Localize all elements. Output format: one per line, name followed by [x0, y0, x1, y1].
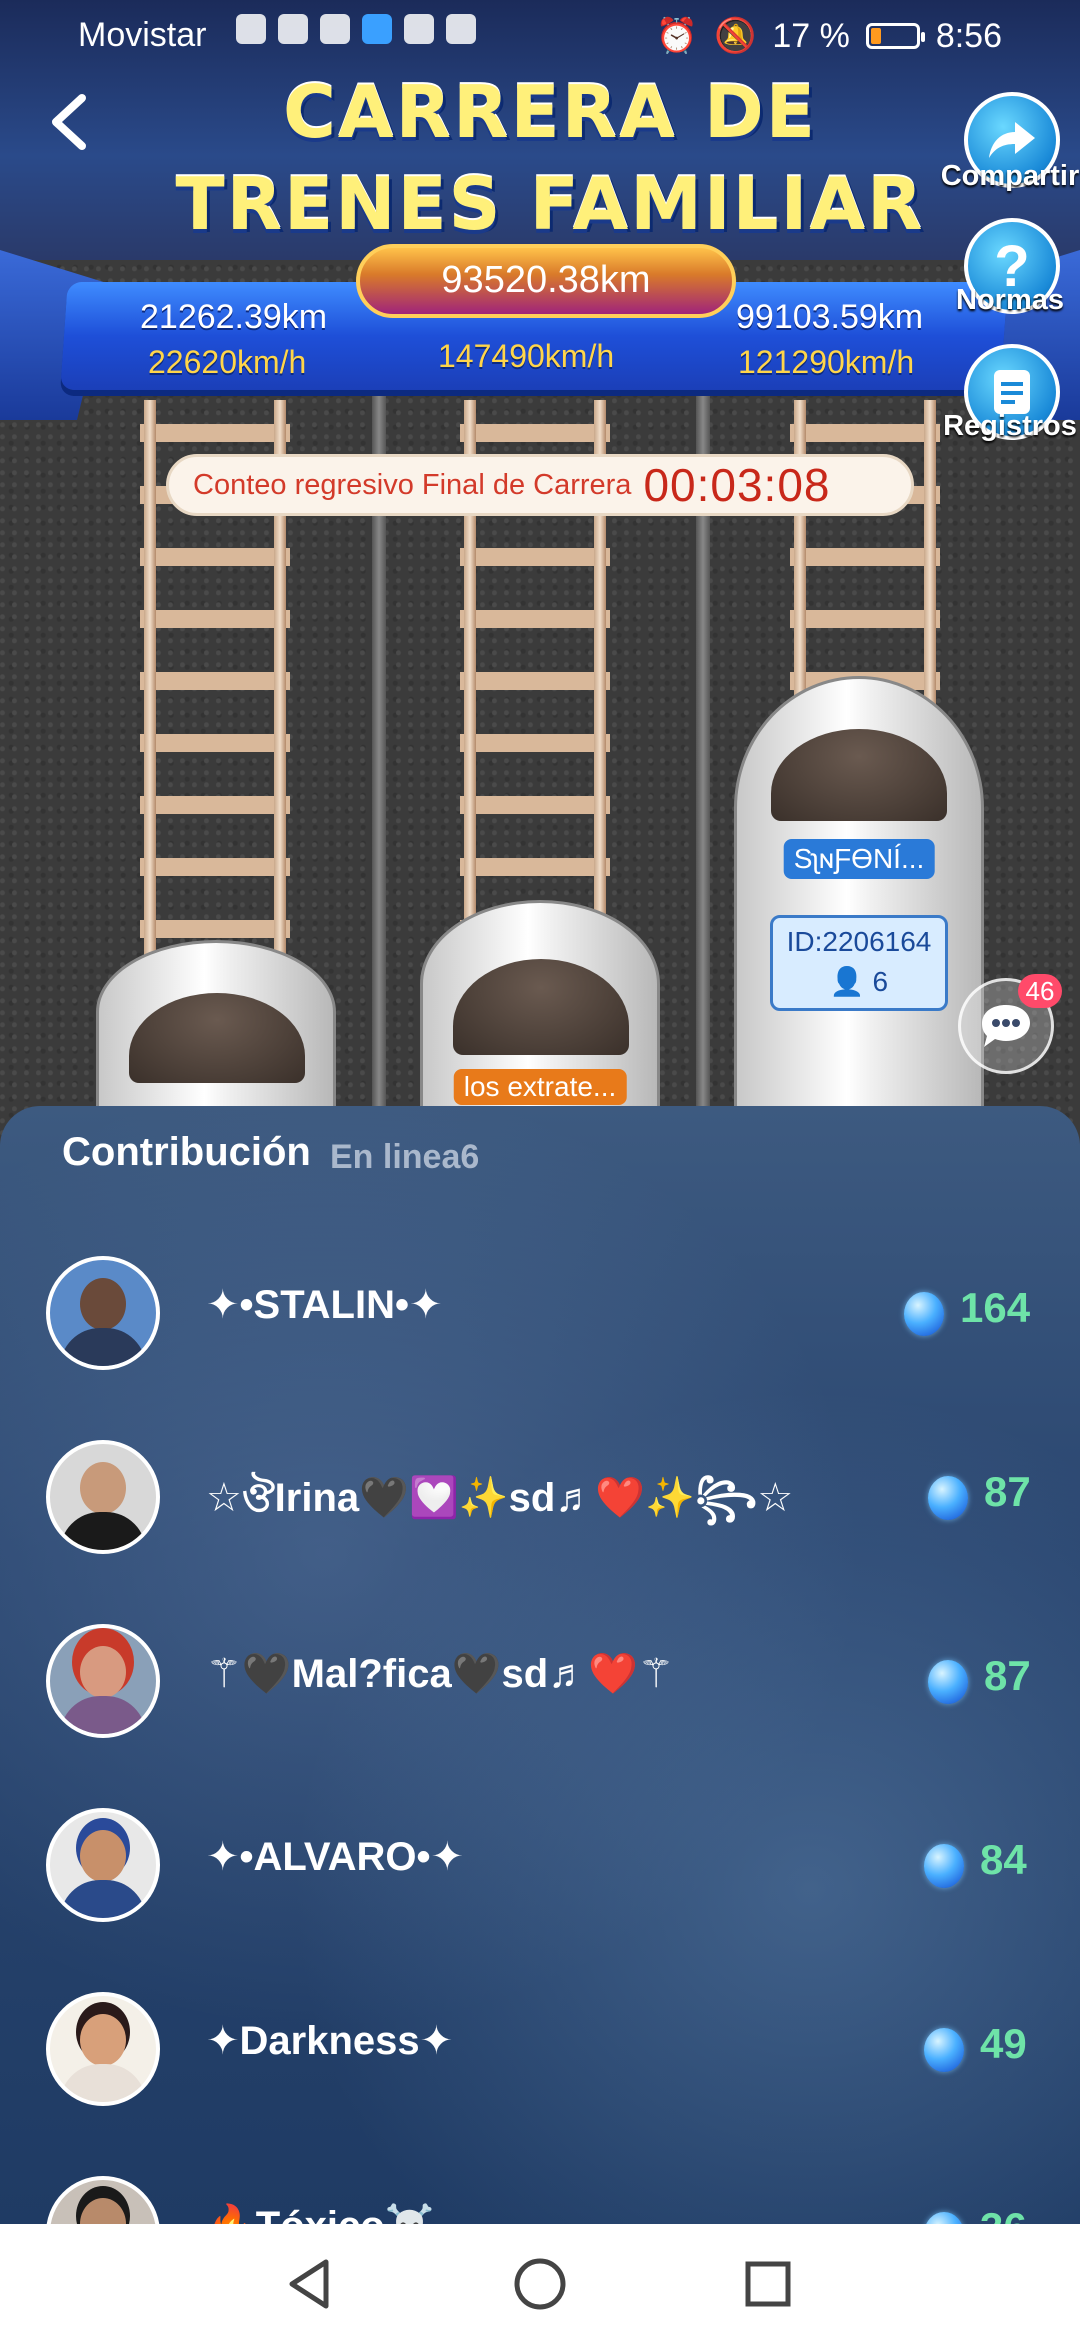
notification-icons	[214, 14, 476, 44]
page-title: CARRERA DE TRENES FAMILIAR	[175, 70, 925, 246]
document-icon	[994, 370, 1030, 414]
contributor-name: ✦•ALVARO•✦	[206, 1835, 464, 1879]
center-speed: 147490km/h	[438, 338, 615, 374]
online-count: En linea6	[330, 1138, 480, 1176]
train-window	[129, 993, 305, 1083]
share-arrow-icon	[989, 122, 1035, 158]
left-speed: 22620km/h	[148, 344, 307, 380]
diamond-icon	[928, 1476, 968, 1520]
chat-badge: 46	[1018, 974, 1062, 1008]
panel-title: Contribución	[62, 1130, 311, 1174]
system-status: ⏰ 🔕 17 % 8:56	[656, 16, 1002, 56]
race-scene: CARRERA DE TRENES FAMILIAR 93520.38km 21…	[0, 0, 1080, 1180]
train-right-info: ID:2206164 👤 6	[770, 915, 948, 1011]
chat-bubble-icon	[982, 1005, 1030, 1047]
contributor-name: ⚚🖤Mal?fica🖤sd♬❤️⚚	[206, 1652, 674, 1696]
system-nav-bar	[0, 2224, 1080, 2340]
contributor-row[interactable]: ✦•ALVARO•✦ 84	[0, 1788, 1080, 1972]
train-right-members: 6	[872, 966, 889, 997]
battery-icon	[865, 23, 925, 49]
avatar	[46, 1440, 160, 1554]
contributor-score: 87	[984, 1652, 1031, 1699]
back-arrow-icon[interactable]	[44, 92, 94, 152]
diamond-icon	[924, 1844, 964, 1888]
diamond-icon	[928, 1660, 968, 1704]
right-distance: 99103.59km	[736, 298, 924, 336]
train-window	[453, 959, 629, 1055]
contribution-panel: Contribución En linea6 ✦•STALIN•✦ 164 ☆ঔ…	[0, 1106, 1080, 2224]
recents-square-icon[interactable]	[738, 2254, 798, 2314]
battery-percent: 17 %	[772, 16, 850, 55]
avatar	[46, 2176, 160, 2224]
contributor-score: 36	[980, 2204, 1027, 2224]
avatar	[46, 1992, 160, 2106]
diamond-icon	[904, 1292, 944, 1336]
carrier-name: Movistar	[78, 16, 207, 54]
app-screen: CARRERA DE TRENES FAMILIAR 93520.38km 21…	[0, 0, 1080, 2340]
countdown-time: 00:03:08	[643, 459, 831, 511]
records-label: Registros	[943, 410, 1077, 442]
diamond-icon	[924, 2212, 964, 2224]
contributor-name: ✦Darkness✦	[206, 2019, 454, 2063]
diamond-icon	[924, 2028, 964, 2072]
signal-icon	[236, 14, 266, 44]
train-right-id: ID:2206164	[786, 926, 932, 957]
alarm-icon: ⏰	[655, 17, 698, 55]
contributor-row[interactable]: ⚚🖤Mal?fica🖤sd♬❤️⚚ 87	[0, 1604, 1080, 1788]
left-distance: 21262.39km	[140, 298, 328, 336]
instagram-icon	[404, 14, 434, 44]
contributor-name: ☆ঔIrina🖤💟✨sd♬❤️✨꧂☆	[206, 1476, 794, 1520]
contributor-row[interactable]: ☆ঔIrina🖤💟✨sd♬❤️✨꧂☆ 87	[0, 1420, 1080, 1604]
train-center-name: los extrate...	[453, 1069, 627, 1105]
rules-label: Normas	[956, 284, 1064, 316]
race-countdown: Conteo regresivo Final de Carrera 00:03:…	[166, 454, 914, 516]
contributor-score: 164	[960, 1284, 1031, 1331]
contributor-row[interactable]: 🔥Tóxico☠️ 36	[0, 2156, 1080, 2224]
app-icon	[278, 14, 308, 44]
back-triangle-icon[interactable]	[280, 2254, 340, 2314]
total-distance: 93520.38km	[356, 244, 736, 318]
search-app-icon	[362, 14, 392, 44]
contributor-score: 87	[984, 1468, 1031, 1515]
right-speed: 121290km/h	[738, 344, 915, 380]
contributor-score: 49	[980, 2020, 1027, 2067]
whatsapp-icon	[320, 14, 350, 44]
mute-icon: 🔕	[713, 17, 757, 55]
avatar	[46, 1808, 160, 1922]
contributor-row[interactable]: ✦Darkness✦ 49	[0, 1972, 1080, 2156]
contributor-name: 🔥Tóxico☠️	[206, 2202, 435, 2224]
home-circle-icon[interactable]	[510, 2254, 570, 2314]
avatar	[46, 1624, 160, 1738]
train-window	[771, 729, 947, 821]
avatar	[46, 1256, 160, 1370]
status-bar: Movistar ⏰ 🔕 17 % 8:56	[0, 0, 1080, 70]
contributor-row[interactable]: ✦•STALIN•✦ 164	[0, 1236, 1080, 1420]
train-right-name: SʅɴƑӨNÍ...	[783, 839, 935, 879]
contributor-score: 84	[980, 1836, 1027, 1883]
share-label: Compartir	[940, 160, 1080, 192]
train-right[interactable]: SʅɴƑӨNÍ... ID:2206164 👤 6	[734, 676, 984, 1116]
clock: 8:56	[935, 16, 1002, 55]
countdown-label: Conteo regresivo Final de Carrera	[193, 468, 632, 501]
members-icon: 👤	[829, 966, 865, 997]
app-icon	[446, 14, 476, 44]
contributor-name: ✦•STALIN•✦	[206, 1283, 443, 1327]
train-right-members-row: 👤 6	[773, 962, 945, 1002]
